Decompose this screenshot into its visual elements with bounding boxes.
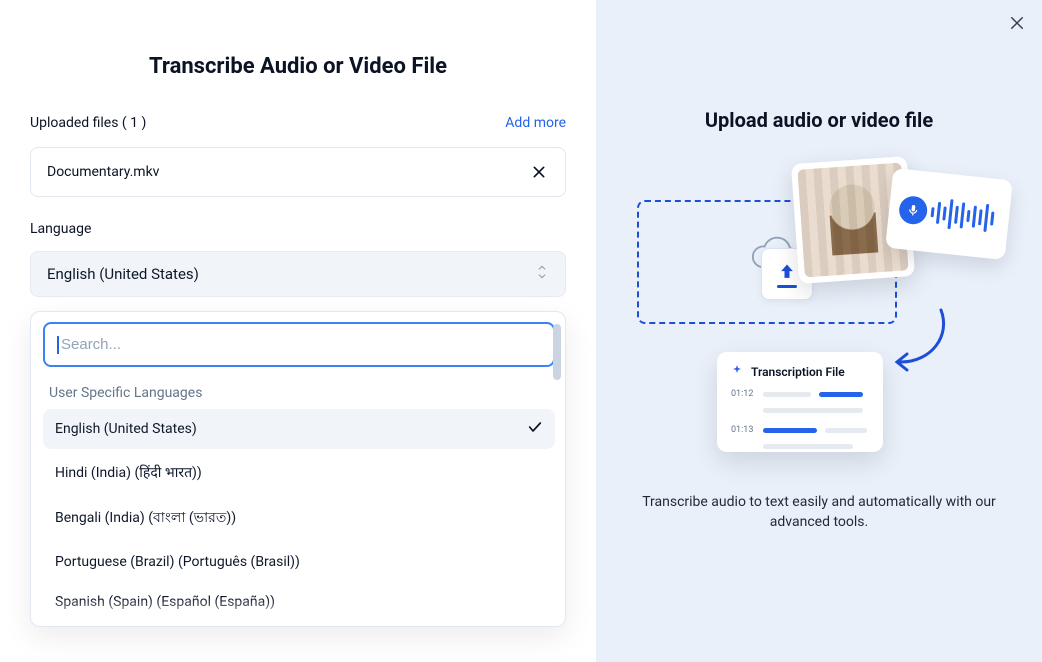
transcription-file-card: Transcription File 01:12 -- 01:13 bbox=[717, 352, 883, 452]
transcription-row: 01:13 bbox=[731, 425, 869, 435]
uploaded-file-chip: Documentary.mkv bbox=[30, 147, 566, 197]
select-sort-icon bbox=[535, 264, 549, 284]
text-line bbox=[825, 428, 867, 433]
language-option[interactable]: Italian (Italy) (Italiano (Italia)) bbox=[43, 624, 555, 627]
uploaded-file-name: Documentary.mkv bbox=[47, 164, 159, 180]
language-select-value: English (United States) bbox=[47, 265, 199, 283]
language-option-label: Hindi (India) (हिंदी भारत)) bbox=[55, 463, 202, 482]
text-line bbox=[763, 408, 863, 413]
language-option-label: Spanish (Spain) (Español (España)) bbox=[55, 594, 275, 610]
transcribe-dialog: Transcribe Audio or Video File Uploaded … bbox=[0, 0, 1042, 662]
flow-arrow bbox=[887, 306, 957, 390]
language-option-label: Bengali (India) (বাংলা (ভারত)) bbox=[55, 506, 236, 530]
language-label: Language bbox=[30, 221, 566, 237]
language-search-input[interactable] bbox=[59, 330, 545, 359]
right-pane-description: Transcribe audio to text easily and auto… bbox=[639, 492, 999, 533]
language-group-title: User Specific Languages bbox=[49, 385, 549, 401]
language-option[interactable]: Portuguese (Brazil) (Português (Brasil)) bbox=[43, 544, 555, 580]
left-pane: Transcribe Audio or Video File Uploaded … bbox=[0, 0, 596, 662]
language-dropdown: User Specific Languages English (United … bbox=[30, 311, 566, 627]
transcription-row: -- bbox=[731, 405, 869, 415]
waveform-bars bbox=[930, 197, 1001, 234]
upload-illustration: Transcription File 01:12 -- 01:13 bbox=[629, 156, 1009, 476]
language-option[interactable]: Spanish (Spain) (Español (España)) bbox=[43, 584, 555, 620]
language-option[interactable]: English (United States) bbox=[43, 409, 555, 449]
microphone-icon bbox=[898, 195, 929, 226]
panel-close-button[interactable] bbox=[1008, 14, 1026, 36]
timecode: 01:12 bbox=[731, 389, 755, 399]
close-icon bbox=[531, 164, 547, 180]
language-option[interactable]: Hindi (India) (हिंदी भारत)) bbox=[43, 453, 555, 492]
add-more-link[interactable]: Add more bbox=[505, 115, 566, 131]
transcription-row: 01:12 bbox=[731, 389, 869, 399]
audio-waveform-card bbox=[885, 168, 1013, 260]
language-option-label: Portuguese (Brazil) (Português (Brasil)) bbox=[55, 554, 300, 570]
right-pane-title: Upload audio or video file bbox=[620, 108, 1018, 132]
text-line-highlight bbox=[763, 428, 817, 433]
uploaded-files-label: Uploaded files ( 1 ) bbox=[30, 115, 146, 131]
language-option[interactable]: Bengali (India) (বাংলা (ভারত)) bbox=[43, 496, 555, 540]
text-line bbox=[763, 444, 853, 449]
language-select[interactable]: English (United States) bbox=[30, 251, 566, 297]
timecode: 01:13 bbox=[731, 425, 755, 435]
language-options: English (United States) Hindi (India) (ह… bbox=[43, 409, 555, 627]
close-icon bbox=[1008, 14, 1026, 32]
dialog-title: Transcribe Audio or Video File bbox=[30, 54, 566, 79]
upload-arrow-icon bbox=[777, 261, 797, 283]
language-search-field-wrap bbox=[43, 322, 555, 367]
sparkle-icon bbox=[731, 364, 743, 379]
remove-file-button[interactable] bbox=[529, 162, 549, 182]
upload-underline bbox=[777, 285, 797, 288]
dropdown-scrollbar[interactable] bbox=[553, 324, 561, 380]
uploaded-files-header: Uploaded files ( 1 ) Add more bbox=[30, 115, 566, 131]
transcription-file-title: Transcription File bbox=[751, 365, 845, 379]
text-line bbox=[763, 392, 811, 397]
text-line-highlight bbox=[819, 392, 863, 397]
transcription-file-title-row: Transcription File bbox=[731, 364, 869, 379]
check-icon bbox=[527, 419, 543, 439]
right-pane: Upload audio or video file bbox=[596, 0, 1042, 662]
language-option-label: English (United States) bbox=[55, 421, 197, 437]
transcription-row: -- bbox=[731, 441, 869, 451]
